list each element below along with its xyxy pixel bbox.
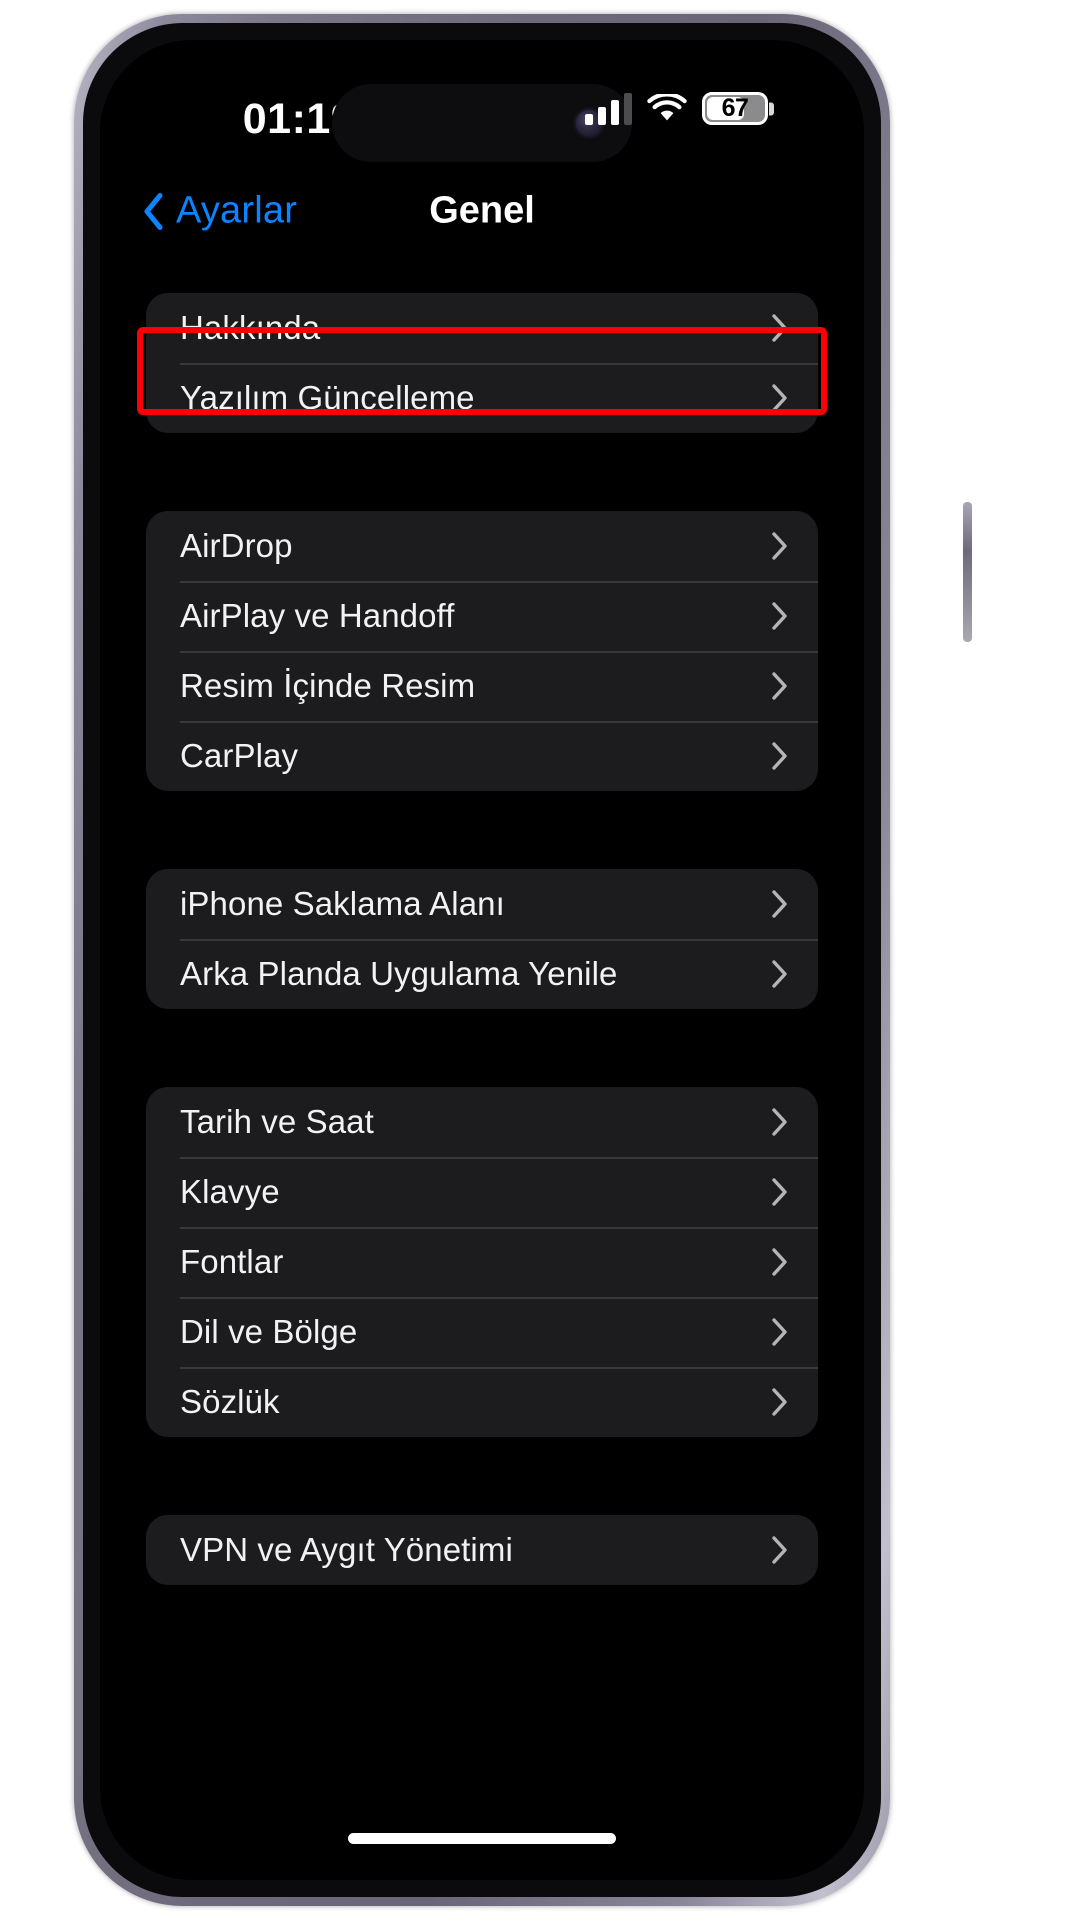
status-icons: 67 bbox=[585, 92, 768, 125]
row-yazilim-guncelleme[interactable]: Yazılım Güncelleme bbox=[146, 363, 818, 433]
navigation-bar: Ayarlar Genel bbox=[100, 172, 864, 250]
row-label: VPN ve Aygıt Yönetimi bbox=[180, 1531, 513, 1568]
chevron-right-icon bbox=[772, 532, 787, 560]
row-label: Resim İçinde Resim bbox=[180, 667, 476, 704]
row-picture-in-picture[interactable]: Resim İçinde Resim bbox=[146, 651, 818, 721]
device-info-group-wrapper: Hakkında Yazılım Güncelleme bbox=[137, 293, 827, 433]
row-language-region[interactable]: Dil ve Bölge bbox=[146, 1297, 818, 1367]
row-dictionary[interactable]: Sözlük bbox=[146, 1367, 818, 1437]
connectivity-group: AirDrop AirPlay ve Handoff Resim İçinde … bbox=[146, 511, 818, 791]
chevron-right-icon bbox=[772, 1248, 787, 1276]
chevron-right-icon bbox=[772, 314, 787, 342]
battery-icon: 67 bbox=[702, 92, 768, 125]
screenshot-canvas: 01:19 67 Ayarlar Genel Hakkında Yazılım … bbox=[0, 0, 1080, 1920]
localization-group: Tarih ve Saat Klavye Fontlar Dil ve Bölg… bbox=[146, 1087, 818, 1437]
row-vpn-device-management[interactable]: VPN ve Aygıt Yönetimi bbox=[146, 1515, 818, 1585]
row-label: iPhone Saklama Alanı bbox=[180, 885, 505, 922]
row-airdrop[interactable]: AirDrop bbox=[146, 511, 818, 581]
row-label: Tarih ve Saat bbox=[180, 1103, 374, 1140]
row-keyboard[interactable]: Klavye bbox=[146, 1157, 818, 1227]
settings-list[interactable]: Hakkında Yazılım Güncelleme AirDrop AirP… bbox=[100, 250, 864, 1880]
row-iphone-storage[interactable]: iPhone Saklama Alanı bbox=[146, 869, 818, 939]
row-background-app-refresh[interactable]: Arka Planda Uygulama Yenile bbox=[146, 939, 818, 1009]
chevron-right-icon bbox=[772, 602, 787, 630]
chevron-right-icon bbox=[772, 890, 787, 918]
chevron-right-icon bbox=[772, 1318, 787, 1346]
power-button[interactable] bbox=[963, 502, 972, 642]
row-label: Hakkında bbox=[180, 309, 321, 346]
row-label: Arka Planda Uygulama Yenile bbox=[180, 955, 618, 992]
chevron-right-icon bbox=[772, 960, 787, 988]
management-group: VPN ve Aygıt Yönetimi bbox=[146, 1515, 818, 1585]
battery-percent: 67 bbox=[721, 94, 749, 122]
row-label: Sözlük bbox=[180, 1383, 280, 1420]
phone-screen: 01:19 67 Ayarlar Genel Hakkında Yazılım … bbox=[100, 40, 864, 1880]
chevron-right-icon bbox=[772, 1536, 787, 1564]
chevron-right-icon bbox=[772, 742, 787, 770]
chevron-right-icon bbox=[772, 384, 787, 412]
phone-bezel: 01:19 67 Ayarlar Genel Hakkında Yazılım … bbox=[83, 23, 881, 1897]
row-fonts[interactable]: Fontlar bbox=[146, 1227, 818, 1297]
chevron-right-icon bbox=[772, 1178, 787, 1206]
row-label: Dil ve Bölge bbox=[180, 1313, 358, 1350]
phone-frame: 01:19 67 Ayarlar Genel Hakkında Yazılım … bbox=[74, 14, 972, 1906]
row-label: AirDrop bbox=[180, 527, 293, 564]
row-hakkinda[interactable]: Hakkında bbox=[146, 293, 818, 363]
chevron-right-icon bbox=[772, 1388, 787, 1416]
storage-group: iPhone Saklama Alanı Arka Planda Uygulam… bbox=[146, 869, 818, 1009]
row-carplay[interactable]: CarPlay bbox=[146, 721, 818, 791]
device-info-group: Hakkında Yazılım Güncelleme bbox=[146, 293, 818, 433]
chevron-right-icon bbox=[772, 672, 787, 700]
page-title: Genel bbox=[429, 189, 535, 232]
cellular-signal-icon bbox=[585, 92, 632, 125]
row-label: Klavye bbox=[180, 1173, 280, 1210]
wifi-icon bbox=[647, 93, 687, 120]
row-airplay-handoff[interactable]: AirPlay ve Handoff bbox=[146, 581, 818, 651]
status-bar: 01:19 67 bbox=[100, 40, 864, 172]
row-label: CarPlay bbox=[180, 737, 299, 774]
row-label: Yazılım Güncelleme bbox=[180, 379, 475, 416]
chevron-right-icon bbox=[772, 1108, 787, 1136]
row-date-time[interactable]: Tarih ve Saat bbox=[146, 1087, 818, 1157]
home-indicator[interactable] bbox=[348, 1833, 616, 1844]
row-label: Fontlar bbox=[180, 1243, 284, 1280]
row-label: AirPlay ve Handoff bbox=[180, 597, 455, 634]
